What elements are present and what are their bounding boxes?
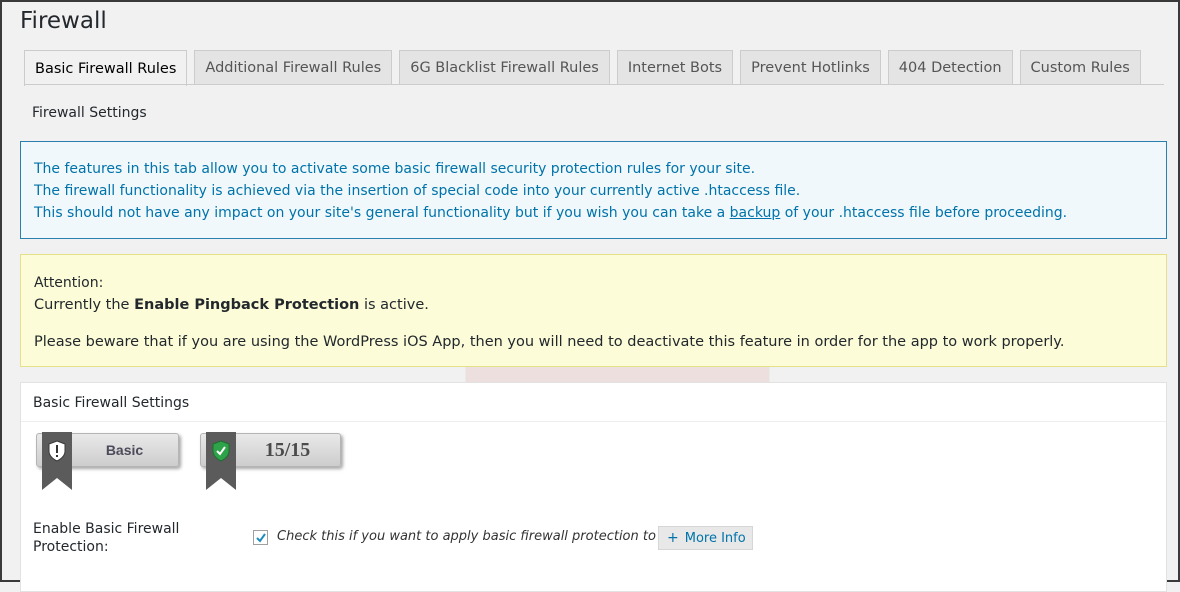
tab-bar: Basic Firewall Rules Additional Firewall… <box>24 50 1148 86</box>
more-info-button[interactable]: + More Info <box>658 526 753 550</box>
tab-internet-bots[interactable]: Internet Bots <box>616 50 734 84</box>
attention-heading: Attention: <box>34 275 104 291</box>
attention-box: Attention: Currently the Enable Pingback… <box>20 254 1167 367</box>
info-line-3: This should not have any impact on your … <box>34 202 1166 224</box>
tab-basic-firewall-rules[interactable]: Basic Firewall Rules <box>24 50 188 86</box>
page-title: Firewall <box>20 8 107 34</box>
checkbox-description: Check this if you want to apply basic fi… <box>277 529 722 544</box>
pingback-feature-name: Enable Pingback Protection <box>134 297 360 313</box>
tab-divider <box>24 84 1164 85</box>
enable-basic-firewall-label: Enable Basic Firewall Protection: <box>33 521 180 555</box>
more-info-label: More Info <box>684 530 746 546</box>
checkmark-icon <box>255 532 266 543</box>
plus-icon: + <box>667 530 679 546</box>
backup-link[interactable]: backup <box>730 205 781 221</box>
section-title: Firewall Settings <box>32 105 147 121</box>
info-line-2: The firewall functionality is achieved v… <box>34 183 801 199</box>
level-badge-label: Basic <box>105 442 144 458</box>
info-box: The features in this tab allow you to ac… <box>20 141 1167 239</box>
tab-additional-firewall-rules[interactable]: Additional Firewall Rules <box>194 50 393 84</box>
score-badge-label: 15/15 <box>264 438 311 461</box>
level-badge: Basic <box>36 432 179 490</box>
tab-prevent-hotlinks[interactable]: Prevent Hotlinks <box>740 50 881 84</box>
panel-title: Basic Firewall Settings <box>21 383 1166 422</box>
attention-status: Currently the Enable Pingback Protection… <box>34 294 1166 316</box>
basic-firewall-settings-panel: Basic Firewall Settings Basic 15/15 Enab… <box>20 382 1167 592</box>
shield-exclamation-icon <box>42 432 72 490</box>
attention-status-suffix: is active. <box>359 297 429 313</box>
tab-404-detection[interactable]: 404 Detection <box>887 50 1013 84</box>
attention-status-prefix: Currently the <box>34 297 135 313</box>
attention-warning: Please beware that if you are using the … <box>34 334 1065 350</box>
info-line-3-end: of your .htaccess file before proceeding… <box>780 205 1068 221</box>
tab-6g-blacklist-firewall-rules[interactable]: 6G Blacklist Firewall Rules <box>399 50 610 84</box>
tab-custom-rules[interactable]: Custom Rules <box>1019 50 1141 84</box>
info-line-3-start: This should not have any impact on your … <box>34 205 730 221</box>
score-badge: 15/15 <box>200 432 341 490</box>
info-line-1: The features in this tab allow you to ac… <box>34 161 756 177</box>
shield-check-icon <box>206 432 236 490</box>
enable-basic-firewall-checkbox[interactable] <box>253 530 268 545</box>
